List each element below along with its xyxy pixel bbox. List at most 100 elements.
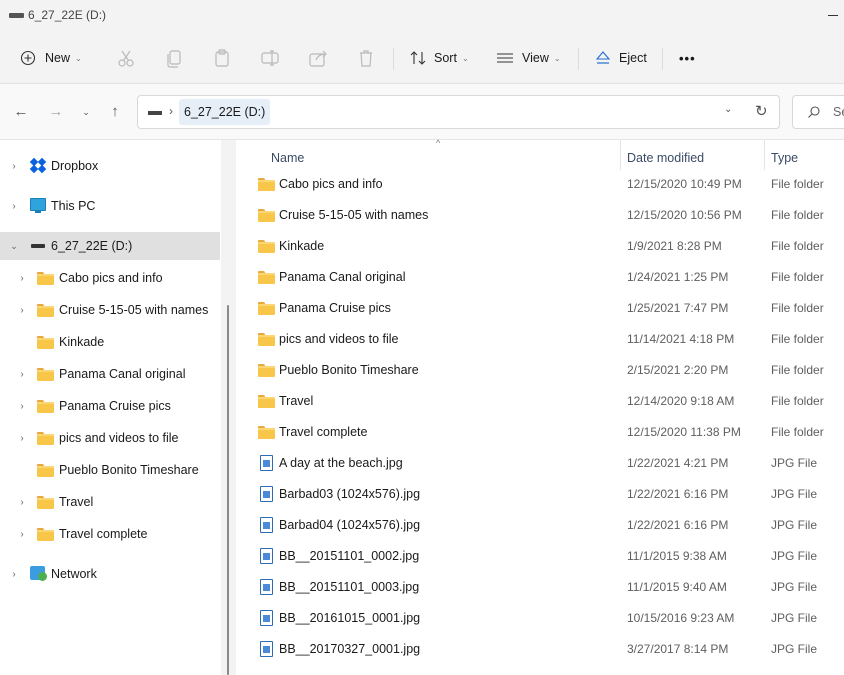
column-header-date[interactable]: Date modified: [627, 146, 704, 170]
nav-item-folder[interactable]: › Panama Cruise pics: [0, 392, 220, 420]
expand-chevron-icon[interactable]: ›: [16, 305, 28, 316]
more-options-button[interactable]: •••: [679, 44, 696, 72]
expand-chevron-icon[interactable]: ›: [16, 529, 28, 540]
file-row[interactable]: BB__20151101_0003.jpg 11/1/2015 9:40 AM JP…: [236, 572, 844, 603]
file-row[interactable]: BB__20170327_0001.jpg 3/27/2017 8:14 PM JP…: [236, 634, 844, 665]
expand-chevron-icon[interactable]: ›: [16, 401, 28, 412]
nav-label: Travel: [59, 495, 94, 509]
file-name: Travel complete: [279, 425, 368, 439]
nav-label: 6_27_22E (D:): [51, 239, 133, 253]
nav-item-folder[interactable]: Kinkade: [0, 328, 220, 356]
forward-arrow-icon[interactable]: →: [46, 102, 66, 122]
nav-label: Panama Canal original: [59, 367, 186, 381]
nav-item-network[interactable]: › Network: [0, 560, 220, 588]
file-date: 2/15/2021 2:20 PM: [627, 363, 729, 377]
refresh-icon[interactable]: ↻: [755, 102, 768, 120]
image-file-icon: [260, 641, 273, 657]
cut-icon[interactable]: [114, 46, 138, 70]
file-row[interactable]: Panama Canal original 1/24/2021 1:25 PM Fi…: [236, 262, 844, 293]
address-bar[interactable]: › 6_27_22E (D:) ⌄ ↻: [137, 95, 780, 129]
nav-item-folder[interactable]: › Cabo pics and info: [0, 264, 220, 292]
column-header-type[interactable]: Type: [771, 146, 798, 170]
paste-icon[interactable]: [210, 46, 234, 70]
file-row[interactable]: BB__20161015_0001.jpg 10/15/2016 9:23 AM J…: [236, 603, 844, 634]
copy-icon[interactable]: [162, 46, 186, 70]
folder-icon: [37, 368, 54, 381]
eject-button[interactable]: Eject: [595, 44, 647, 72]
column-divider[interactable]: [764, 140, 765, 170]
chevron-down-icon: ⌄: [461, 53, 469, 63]
file-type: File folder: [771, 425, 824, 439]
file-name: Travel: [279, 394, 314, 408]
nav-item-folder[interactable]: Pueblo Bonito Timeshare: [0, 456, 220, 484]
file-date: 11/14/2021 4:18 PM: [627, 332, 735, 346]
file-date: 10/15/2016 9:23 AM: [627, 611, 735, 625]
file-type: JPG File: [771, 580, 818, 594]
file-row[interactable]: A day at the beach.jpg 1/22/2021 4:21 PM J…: [236, 448, 844, 479]
up-arrow-icon[interactable]: ↑: [105, 102, 125, 122]
expand-chevron-icon[interactable]: ›: [16, 497, 28, 508]
folder-icon: [37, 304, 54, 317]
file-type: JPG File: [771, 518, 818, 532]
file-row[interactable]: Travel 12/14/2020 9:18 AM File folder: [236, 386, 844, 417]
nav-label: Cruise 5-15-05 with names: [59, 303, 209, 317]
collapse-chevron-icon[interactable]: ⌄: [8, 241, 20, 252]
nav-label: Pueblo Bonito Timeshare: [59, 463, 199, 477]
nav-label: Travel complete: [59, 527, 148, 541]
file-row[interactable]: Travel complete 12/15/2020 11:38 PM File f…: [236, 417, 844, 448]
recent-locations-chevron-icon[interactable]: ⌄: [76, 102, 96, 122]
network-icon: [30, 566, 47, 581]
sort-icon: [410, 51, 426, 65]
expand-chevron-icon[interactable]: ›: [16, 433, 28, 444]
file-row[interactable]: Panama Cruise pics 1/25/2021 7:47 PM File …: [236, 293, 844, 324]
view-button[interactable]: View ⌄: [496, 44, 561, 72]
share-icon[interactable]: [306, 46, 330, 70]
nav-scrollbar[interactable]: [227, 305, 229, 675]
expand-chevron-icon[interactable]: ›: [8, 201, 20, 212]
folder-icon: [258, 302, 275, 315]
file-date: 1/24/2021 1:25 PM: [627, 270, 729, 284]
column-header-name[interactable]: Name: [271, 146, 304, 170]
nav-item-dropbox[interactable]: › Dropbox: [0, 152, 220, 180]
nav-item-folder[interactable]: › pics and videos to file: [0, 424, 220, 452]
file-row[interactable]: Barbad04 (1024x576).jpg 1/22/2021 6:16 PM…: [236, 510, 844, 541]
file-row[interactable]: pics and videos to file 11/14/2021 4:18 P…: [236, 324, 844, 355]
file-date: 1/22/2021 6:16 PM: [627, 487, 729, 501]
nav-item-this-pc[interactable]: › This PC: [0, 192, 220, 220]
nav-item-drive-d[interactable]: ⌄ 6_27_22E (D:): [0, 232, 220, 260]
breadcrumb-drive[interactable]: 6_27_22E (D:): [179, 99, 271, 125]
search-input[interactable]: Se: [792, 95, 844, 129]
file-name: pics and videos to file: [279, 332, 399, 346]
file-name: Panama Canal original: [279, 270, 406, 284]
file-row[interactable]: Cabo pics and info 12/15/2020 10:49 PM Fil…: [236, 169, 844, 200]
file-row[interactable]: Pueblo Bonito Timeshare 2/15/2021 2:20 PM…: [236, 355, 844, 386]
image-file-icon: [260, 548, 273, 564]
column-divider[interactable]: [620, 140, 621, 170]
file-name: Barbad04 (1024x576).jpg: [279, 518, 421, 532]
nav-label: Dropbox: [51, 159, 99, 173]
file-row[interactable]: Barbad03 (1024x576).jpg 1/22/2021 6:16 PM…: [236, 479, 844, 510]
expand-chevron-icon[interactable]: ›: [16, 273, 28, 284]
expand-chevron-icon[interactable]: ›: [16, 369, 28, 380]
file-row[interactable]: Cruise 5-15-05 with names 12/15/2020 10:5…: [236, 200, 844, 231]
sort-button[interactable]: Sort ⌄: [409, 44, 469, 72]
breadcrumb-chevron-icon: ›: [169, 104, 173, 118]
plus-circle-icon: [20, 50, 36, 66]
file-row[interactable]: BB__20151101_0002.jpg 11/1/2015 9:38 AM JP…: [236, 541, 844, 572]
expand-chevron-icon[interactable]: ›: [8, 161, 20, 172]
address-dropdown-icon[interactable]: ⌄: [724, 104, 732, 115]
nav-item-folder[interactable]: › Travel: [0, 488, 220, 516]
new-button[interactable]: New ⌄: [20, 44, 82, 72]
folder-icon: [258, 209, 275, 222]
file-date: 12/15/2020 11:38 PM: [627, 425, 741, 439]
nav-item-folder[interactable]: › Panama Canal original: [0, 360, 220, 388]
nav-item-folder[interactable]: › Travel complete: [0, 520, 220, 548]
delete-icon[interactable]: [354, 46, 378, 70]
folder-icon: [258, 364, 275, 377]
nav-item-folder[interactable]: › Cruise 5-15-05 with names: [0, 296, 220, 324]
back-arrow-icon[interactable]: ←: [11, 102, 31, 122]
expand-chevron-icon[interactable]: ›: [8, 569, 20, 580]
file-row[interactable]: Kinkade 1/9/2021 8:28 PM File folder: [236, 231, 844, 262]
rename-icon[interactable]: [258, 46, 282, 70]
minimize-button[interactable]: [820, 0, 844, 32]
